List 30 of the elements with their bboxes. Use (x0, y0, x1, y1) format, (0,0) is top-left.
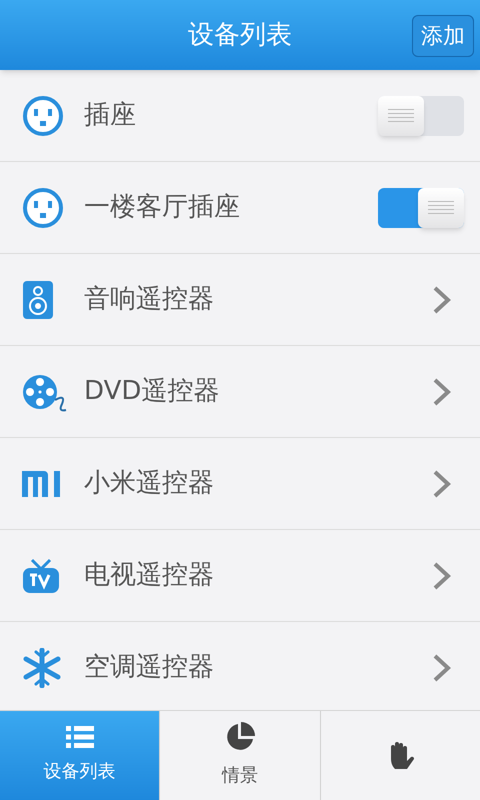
device-name: 插座 (84, 99, 137, 132)
device-name: 音响遥控器 (84, 283, 215, 316)
device-row[interactable]: DVD遥控器 (0, 346, 480, 438)
pie-chart-icon (224, 722, 255, 752)
mi-logo-icon (22, 470, 62, 496)
screen-title: 设备列表 (188, 18, 292, 52)
device-name: DVD遥控器 (84, 375, 220, 408)
device-name: 空调遥控器 (84, 651, 215, 684)
chevron-right-icon (432, 376, 452, 406)
device-row[interactable]: 电视遥控器 (0, 530, 480, 622)
tv-icon (22, 558, 60, 594)
chevron-right-icon (432, 652, 452, 682)
device-name: 小米遥控器 (84, 467, 215, 500)
device-row[interactable]: 小米遥控器 (0, 438, 480, 530)
toggle-switch[interactable] (378, 188, 464, 228)
add-button[interactable]: 添加 (412, 15, 474, 57)
list-icon (66, 726, 94, 748)
power-socket-icon (22, 94, 64, 136)
chevron-right-icon (432, 468, 452, 498)
snowflake-icon (22, 648, 62, 688)
chevron-right-icon (432, 560, 452, 590)
power-socket-icon (22, 186, 64, 228)
toggle-switch[interactable] (378, 96, 464, 136)
device-row[interactable]: 插座 (0, 70, 480, 162)
device-name: 电视遥控器 (84, 559, 215, 592)
device-row[interactable]: 一楼客厅插座 (0, 162, 480, 254)
chevron-right-icon (432, 284, 452, 314)
device-row[interactable]: 音响遥控器 (0, 254, 480, 346)
speaker-icon (22, 280, 54, 320)
device-name: 一楼客厅插座 (84, 191, 241, 224)
